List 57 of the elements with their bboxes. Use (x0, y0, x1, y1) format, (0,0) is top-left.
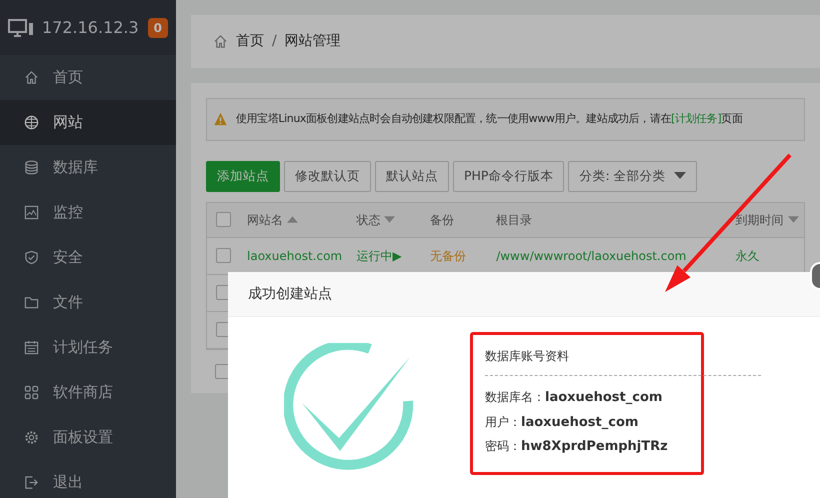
sort-icon[interactable] (384, 216, 396, 223)
checkbox[interactable] (216, 248, 231, 263)
category-dropdown[interactable]: 分类: 全部分类 (568, 160, 697, 192)
caret-icon (674, 172, 686, 180)
breadcrumb-link[interactable]: 网站管理 (284, 31, 341, 52)
sidebar-item[interactable]: 软件商店 (0, 370, 176, 415)
calendar-icon (24, 340, 39, 355)
success-check-icon (284, 343, 414, 473)
sidebar-item[interactable]: 网站 (0, 100, 176, 145)
column-header: 备份 (430, 212, 454, 228)
table-cell[interactable]: laoxuehost.com (247, 248, 342, 262)
sidebar-item[interactable]: 面板设置 (0, 415, 176, 460)
credential-line: 数据库名：laoxuehost_com (485, 389, 664, 407)
column-header[interactable]: 网站名 (247, 210, 283, 228)
table-cell[interactable]: 运行中▶ (356, 248, 402, 262)
sidebar-item[interactable]: 文件 (0, 280, 176, 325)
sidebar-item[interactable]: 监控 (0, 190, 176, 235)
shield-icon (24, 250, 39, 265)
table-cell: 无备份 (430, 248, 466, 262)
sidebar-item[interactable]: 退出 (0, 460, 176, 498)
info-title: 数据库账号资料 (485, 347, 761, 376)
sidebar-item[interactable]: 计划任务 (0, 325, 176, 370)
warning-icon (213, 112, 228, 126)
task-link[interactable]: [计划任务] (671, 112, 722, 125)
add-site-button[interactable]: 添加站点 (206, 160, 280, 192)
grid-icon (24, 385, 39, 400)
exit-icon (24, 475, 39, 490)
home-icon (213, 34, 228, 49)
database-icon (24, 160, 39, 175)
column-header[interactable]: 状态 (356, 210, 380, 228)
sort-icon[interactable] (287, 216, 298, 223)
credential-line: 密码：hw8XprdPemphjTRz (485, 438, 669, 456)
folder-icon (24, 295, 39, 310)
breadcrumb-link[interactable]: 首页 (236, 31, 264, 52)
sidebar-item[interactable]: 安全 (0, 235, 176, 280)
toolbar-button[interactable]: 默认站点 (375, 160, 449, 192)
toolbar-button[interactable]: PHP命令行版本 (453, 160, 564, 192)
checkbox[interactable] (216, 212, 231, 227)
table-cell: /www/wwwroot/laoxuehost.com (496, 248, 686, 262)
home-icon (24, 70, 39, 85)
settings-icon (24, 430, 39, 445)
computer-icon (8, 18, 34, 38)
sidebar-item[interactable]: 数据库 (0, 145, 176, 190)
toolbar-button[interactable]: 修改默认页 (284, 160, 371, 192)
table-cell: 永久 (736, 248, 760, 262)
host-address: 172.16.12.3 (42, 16, 140, 38)
breadcrumb-separator: / (272, 32, 277, 51)
column-header: 根目录 (496, 212, 532, 228)
column-header[interactable]: 到期时间 (736, 210, 784, 228)
sort-icon[interactable] (788, 216, 799, 223)
dialog-title: 成功创建站点 (228, 272, 820, 317)
credential-line: 用户：laoxuehost_com (485, 414, 640, 432)
chart-icon (24, 205, 39, 220)
notification-count: 0 (148, 18, 168, 38)
notice-text: 使用宝塔Linux面板创建站点时会自动创建权限配置，统一使用www用户。建站成功后，请在[计划任务]页面 (236, 111, 742, 127)
globe-icon (24, 115, 39, 130)
sidebar-item[interactable]: 首页 (0, 55, 176, 100)
